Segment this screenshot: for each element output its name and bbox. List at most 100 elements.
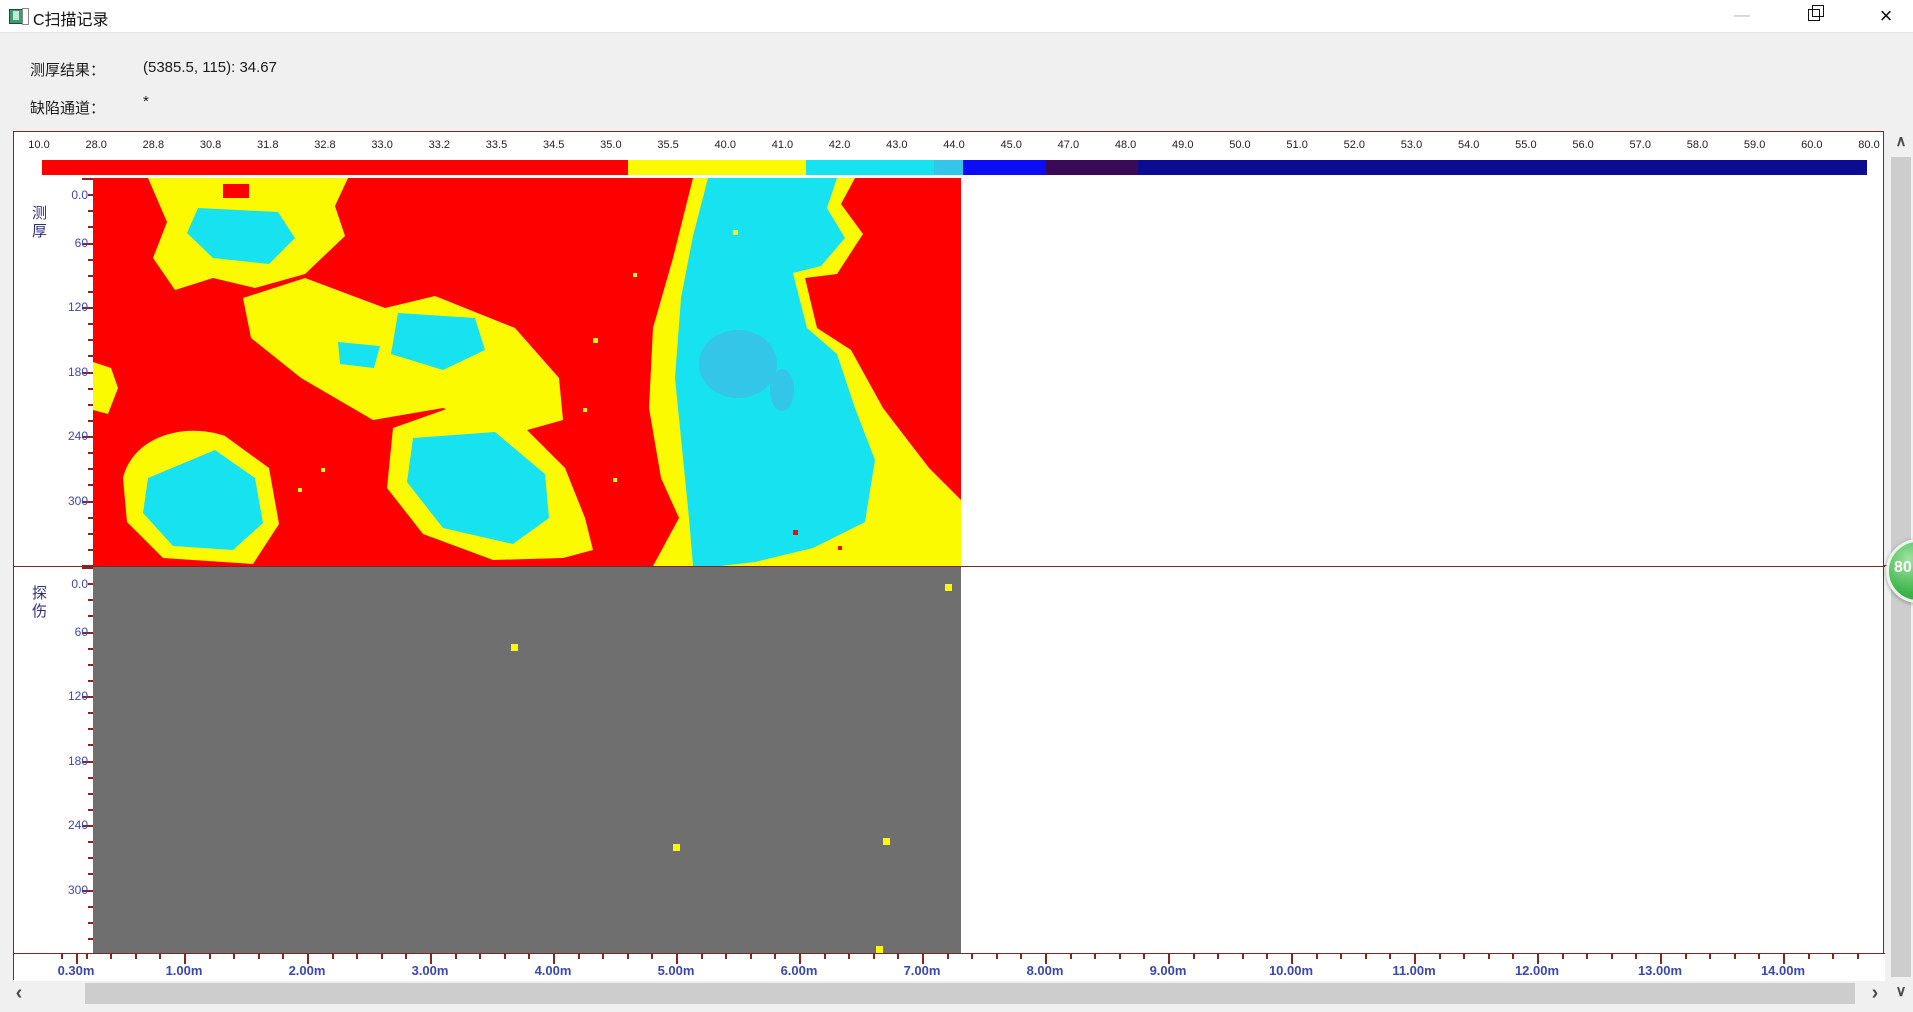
x-minor-tick bbox=[528, 954, 530, 959]
colorbar-tick-label: 35.0 bbox=[600, 139, 621, 151]
colorbar-tick-label: 33.0 bbox=[371, 139, 392, 151]
x-axis-label: 4.00m bbox=[535, 963, 572, 978]
y-tick-label: 0.0 bbox=[44, 577, 88, 591]
defect-point bbox=[945, 584, 952, 591]
horizontal-scrollbar-thumb[interactable] bbox=[85, 983, 1855, 1004]
x-minor-tick bbox=[1685, 954, 1687, 959]
y-tick-label: 60 bbox=[44, 625, 88, 639]
colorbar-tick-label: 32.8 bbox=[314, 139, 335, 151]
x-minor-tick bbox=[110, 954, 112, 959]
x-minor-tick bbox=[774, 954, 776, 959]
restore-icon bbox=[1808, 9, 1820, 21]
x-minor-tick bbox=[1709, 954, 1711, 959]
x-minor-tick bbox=[848, 954, 850, 959]
colorbar-tick-label: 44.0 bbox=[943, 139, 964, 151]
x-minor-tick bbox=[356, 954, 358, 959]
x-minor-tick bbox=[1734, 954, 1736, 959]
x-minor-tick bbox=[1389, 954, 1391, 959]
app-icon bbox=[9, 8, 28, 24]
x-axis-label: 8.00m bbox=[1027, 963, 1064, 978]
x-axis-label: 3.00m bbox=[412, 963, 449, 978]
x-minor-tick bbox=[282, 954, 284, 959]
scroll-down-arrow-icon[interactable]: ∨ bbox=[1889, 981, 1913, 1003]
x-minor-tick bbox=[1242, 954, 1244, 959]
y-tick-label: 240 bbox=[44, 818, 88, 832]
thickness-result-label: 测厚结果： bbox=[30, 59, 105, 80]
colorbar-segment-yellow bbox=[628, 160, 806, 175]
x-minor-tick bbox=[578, 954, 580, 959]
defect-point bbox=[883, 838, 890, 845]
horizontal-scrollbar[interactable]: ‹ › bbox=[0, 983, 1889, 1004]
colorbar-tick-label: 57.0 bbox=[1630, 139, 1651, 151]
defect-point bbox=[876, 946, 883, 953]
y-tick-label: 120 bbox=[44, 689, 88, 703]
x-minor-tick bbox=[1119, 954, 1121, 959]
colorbar-strip[interactable] bbox=[42, 160, 1867, 175]
x-axis-label: 7.00m bbox=[904, 963, 941, 978]
y-tick-label: 240 bbox=[44, 429, 88, 443]
x-minor-tick bbox=[824, 954, 826, 959]
close-button[interactable]: × bbox=[1863, 0, 1909, 31]
x-minor-tick bbox=[947, 954, 949, 959]
colorbar-tick-label: 33.2 bbox=[429, 139, 450, 151]
x-minor-tick bbox=[1635, 954, 1637, 959]
x-minor-tick bbox=[1857, 954, 1859, 959]
colorbar-segment-cyan-dark bbox=[934, 160, 963, 175]
x-minor-tick bbox=[627, 954, 629, 959]
x-axis-label: 5.00m bbox=[658, 963, 695, 978]
scroll-left-arrow-icon[interactable]: ‹ bbox=[6, 983, 32, 1004]
x-minor-tick bbox=[1463, 954, 1465, 959]
colorbar-tick-label: 40.0 bbox=[715, 139, 736, 151]
x-minor-tick bbox=[209, 954, 211, 959]
colorbar-segment-purple bbox=[1046, 160, 1138, 175]
x-minor-tick bbox=[750, 954, 752, 959]
x-minor-tick bbox=[1316, 954, 1318, 959]
x-minor-tick bbox=[455, 954, 457, 959]
x-minor-tick bbox=[1020, 954, 1022, 959]
x-minor-tick bbox=[1217, 954, 1219, 959]
thickness-scan-plot[interactable] bbox=[93, 178, 961, 566]
x-axis-label: 10.00m bbox=[1269, 963, 1313, 978]
y-tick-label: 0.0 bbox=[44, 188, 88, 202]
x-minor-tick bbox=[86, 954, 88, 959]
x-minor-tick bbox=[61, 954, 63, 959]
colorbar-segment-blue bbox=[963, 160, 1046, 175]
colorbar-tick-label: 42.0 bbox=[829, 139, 850, 151]
colorbar-tick-label: 55.0 bbox=[1515, 139, 1536, 151]
scroll-right-arrow-icon[interactable]: › bbox=[1862, 983, 1888, 1004]
x-axis-label: 14.00m bbox=[1761, 963, 1805, 978]
colorbar-tick-label: 52.0 bbox=[1344, 139, 1365, 151]
x-minor-tick bbox=[1562, 954, 1564, 959]
restore-button[interactable] bbox=[1792, 0, 1838, 31]
x-axis-label: 11.00m bbox=[1392, 963, 1435, 978]
scroll-up-arrow-icon[interactable]: ∧ bbox=[1889, 131, 1913, 153]
defect-channel-value: * bbox=[143, 93, 149, 110]
x-minor-tick bbox=[1611, 954, 1613, 959]
colorbar-tick-label: 34.5 bbox=[543, 139, 564, 151]
colorbar-segment-cyan bbox=[806, 160, 934, 175]
colorbar-tick-label: 43.0 bbox=[886, 139, 907, 151]
x-minor-tick bbox=[701, 954, 703, 959]
x-minor-tick bbox=[1439, 954, 1441, 959]
y-tick-label: 180 bbox=[44, 365, 88, 379]
x-minor-tick bbox=[1070, 954, 1072, 959]
floating-badge-text: 80 bbox=[1894, 559, 1912, 577]
x-axis-label: 2.00m bbox=[289, 963, 326, 978]
colorbar-segment-navy bbox=[1138, 160, 1867, 175]
x-minor-tick bbox=[479, 954, 481, 959]
x-axis-label: 12.00m bbox=[1515, 963, 1559, 978]
x-minor-tick bbox=[1266, 954, 1268, 959]
colorbar-tick-label: 59.0 bbox=[1744, 139, 1765, 151]
minimize-button[interactable]: — bbox=[1719, 0, 1765, 31]
x-minor-tick bbox=[996, 954, 998, 959]
x-minor-tick bbox=[1193, 954, 1195, 959]
colorbar-tick-label: 50.0 bbox=[1229, 139, 1250, 151]
x-minor-tick bbox=[233, 954, 235, 959]
x-minor-tick bbox=[381, 954, 383, 959]
flaw-scan-plot[interactable] bbox=[93, 567, 961, 954]
colorbar-tick-label: 60.0 bbox=[1801, 139, 1822, 151]
colorbar-tick-label: 53.0 bbox=[1401, 139, 1422, 151]
x-minor-tick bbox=[1488, 954, 1490, 959]
x-minor-tick bbox=[332, 954, 334, 959]
x-minor-tick bbox=[1832, 954, 1834, 959]
